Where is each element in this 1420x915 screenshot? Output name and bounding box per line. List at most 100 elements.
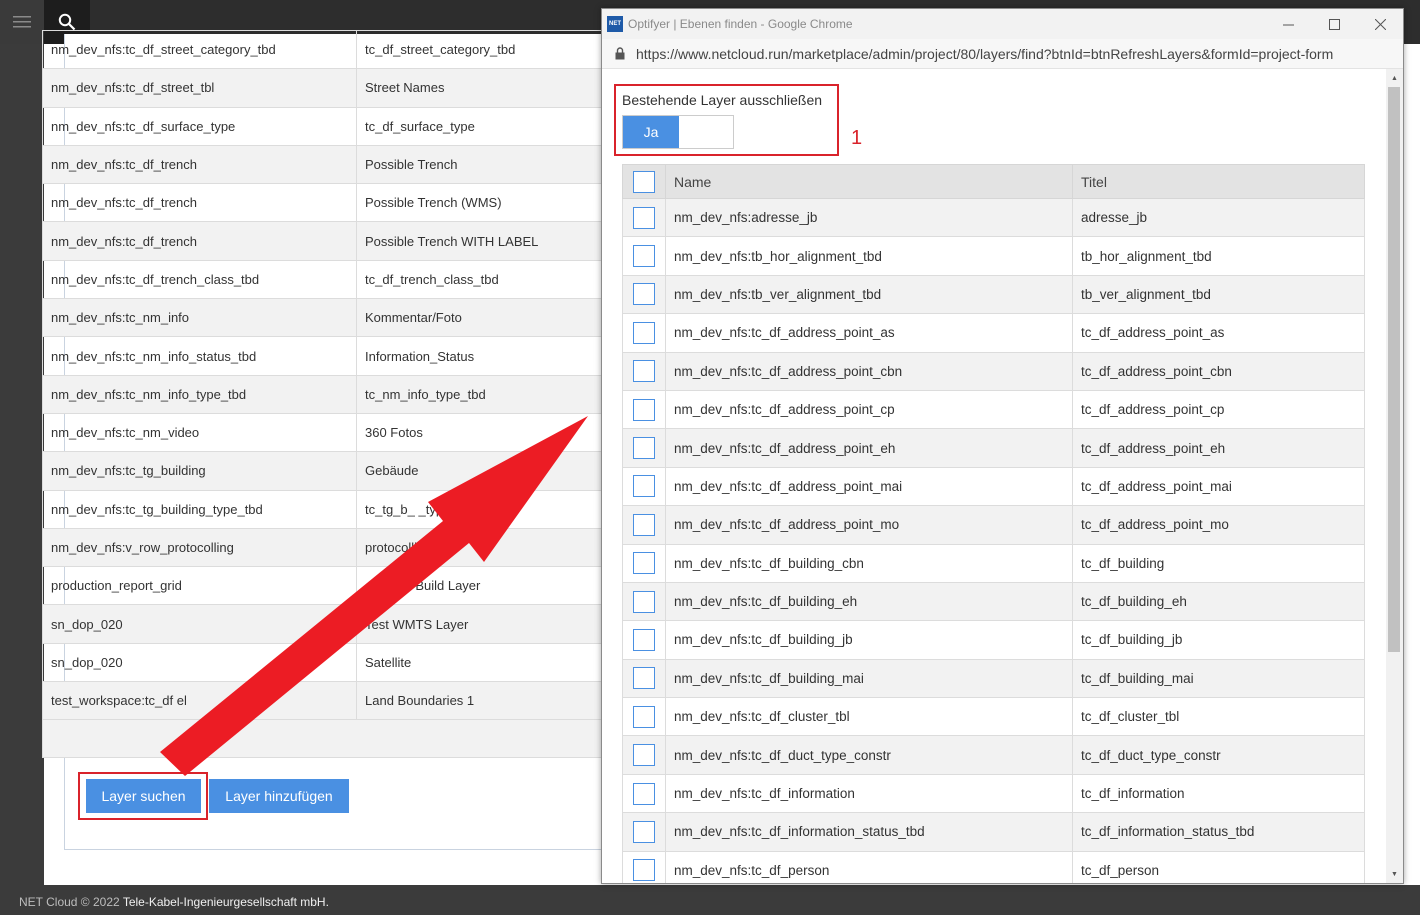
layer-add-button[interactable]: Layer hinzufügen (209, 779, 349, 813)
select-all-cell[interactable] (622, 164, 666, 199)
scrollbar-thumb[interactable] (1388, 87, 1400, 652)
layer-name-cell: nm_dev_nfs:tb_ver_alignment_tbd (665, 274, 1073, 315)
checkbox-cell[interactable] (622, 697, 666, 737)
layer-row[interactable]: nm_dev_nfs:tc_df_information_status_tbd t… (622, 812, 1365, 852)
column-name[interactable]: Name (665, 164, 1073, 199)
table-row[interactable]: nm_dev_nfs:tc_nm_info_type_tbd tc_nm_info… (42, 374, 622, 414)
table-row[interactable]: nm_dev_nfs:tc_nm_info Kommentar/Foto (42, 298, 622, 338)
layer-name-cell: sn_dop_020 (42, 642, 357, 683)
table-row[interactable]: nm_dev_nfs:v_row_protocolling protocollin… (42, 527, 622, 568)
checkbox-cell[interactable] (622, 351, 666, 391)
table-row[interactable]: test_workspace:tc_df el Land Boundaries 1 (42, 681, 622, 721)
layer-checkbox[interactable] (633, 437, 655, 460)
layer-checkbox[interactable] (633, 513, 655, 536)
checkbox-cell[interactable] (622, 466, 666, 507)
checkbox-cell[interactable] (622, 236, 666, 276)
layer-row[interactable]: nm_dev_nfs:tc_df_information tc_df_inform… (622, 773, 1365, 814)
maximize-icon[interactable] (1311, 9, 1357, 39)
layer-checkbox[interactable] (633, 475, 655, 498)
table-row[interactable]: nm_dev_nfs:tc_df_surface_type tc_df_surfa… (42, 106, 622, 146)
layer-row[interactable]: nm_dev_nfs:tc_df_address_point_mai tc_df_… (622, 466, 1365, 507)
layer-checkbox[interactable] (633, 206, 655, 229)
checkbox-cell[interactable] (622, 197, 666, 238)
layer-row[interactable]: nm_dev_nfs:tc_df_address_point_cbn tc_df_… (622, 351, 1365, 391)
checkbox-cell[interactable] (622, 581, 666, 622)
checkbox-cell[interactable] (622, 735, 666, 775)
layer-checkbox[interactable] (633, 245, 655, 268)
layer-checkbox[interactable] (633, 705, 655, 728)
table-row[interactable]: nm_dev_nfs:tc_nm_info_status_tbd Informat… (42, 336, 622, 376)
layer-row[interactable]: nm_dev_nfs:tb_hor_alignment_tbd tb_hor_al… (622, 236, 1365, 276)
search-button-highlight (78, 772, 208, 820)
layer-checkbox[interactable] (633, 820, 655, 843)
layer-checkbox[interactable] (633, 782, 655, 805)
table-row[interactable]: sn_dop_020 Satellite (42, 642, 622, 683)
layer-row[interactable]: nm_dev_nfs:tc_df_address_point_mo tc_df_a… (622, 505, 1365, 545)
layer-checkbox[interactable] (633, 859, 655, 882)
layer-row[interactable]: nm_dev_nfs:tc_df_duct_type_constr tc_df_d… (622, 735, 1365, 775)
scroll-up-icon[interactable]: ▲ (1391, 75, 1398, 82)
table-row[interactable]: production_report_grid est NET Build Laye… (42, 566, 622, 606)
layer-row[interactable]: nm_dev_nfs:tc_df_building_jb tc_df_buildi… (622, 620, 1365, 660)
layers-table: nm_dev_nfs:tc_df_street_category_tbd tc_d… (42, 29, 622, 759)
table-row[interactable]: nm_dev_nfs:tc_df_trench Possible Trench (… (42, 183, 622, 223)
address-bar[interactable]: https://www.netcloud.run/marketplace/adm… (602, 39, 1403, 69)
layer-row[interactable]: nm_dev_nfs:tc_df_address_point_eh tc_df_a… (622, 428, 1365, 468)
layer-title-cell: tc_df_building_mai (1072, 658, 1365, 699)
layer-row[interactable]: nm_dev_nfs:tc_df_cluster_tbl tc_df_cluste… (622, 697, 1365, 737)
layer-title-cell: tc_df_address_point_eh (1072, 428, 1365, 468)
table-row[interactable]: nm_dev_nfs:tc_nm_video 360 Fotos (42, 412, 622, 453)
layer-row[interactable]: nm_dev_nfs:adresse_jb adresse_jb (622, 197, 1365, 238)
checkbox-cell[interactable] (622, 658, 666, 699)
popup-scrollbar[interactable]: ▲ ▼ (1386, 69, 1403, 883)
checkbox-cell[interactable] (622, 620, 666, 660)
layer-row[interactable]: nm_dev_nfs:tc_df_building_mai tc_df_build… (622, 658, 1365, 699)
layer-name-cell: nm_dev_nfs:tc_nm_info (42, 298, 357, 338)
layer-name-cell: nm_dev_nfs:tc_df_building_mai (665, 658, 1073, 699)
checkbox-cell[interactable] (622, 428, 666, 468)
table-row[interactable]: nm_dev_nfs:tc_df_trench Possible Trench W… (42, 221, 622, 261)
column-title[interactable]: Titel (1072, 164, 1365, 199)
layer-name-cell: nm_dev_nfs:tc_df_information (665, 773, 1073, 814)
checkbox-cell[interactable] (622, 543, 666, 583)
layer-checkbox[interactable] (633, 667, 655, 690)
scroll-down-icon[interactable]: ▼ (1391, 871, 1398, 878)
layer-name-cell: nm_dev_nfs:tc_df_trench (42, 221, 357, 261)
layer-row[interactable]: nm_dev_nfs:tc_df_building_eh tc_df_buildi… (622, 581, 1365, 622)
checkbox-cell[interactable] (622, 389, 666, 430)
checkbox-cell[interactable] (622, 274, 666, 315)
checkbox-cell[interactable] (622, 812, 666, 852)
checkbox-cell[interactable] (622, 773, 666, 814)
select-all-checkbox[interactable] (633, 170, 655, 193)
table-row[interactable]: nm_dev_nfs:tc_tg_building Gebäude (42, 451, 622, 491)
table-row[interactable]: nm_dev_nfs:tc_tg_building_type_tbd tc_tg_… (42, 489, 622, 529)
layer-checkbox[interactable] (633, 628, 655, 651)
layer-name-cell: nm_dev_nfs:tc_df_address_point_eh (665, 428, 1073, 468)
layer-row[interactable]: nm_dev_nfs:tb_ver_alignment_tbd tb_ver_al… (622, 274, 1365, 315)
layer-row[interactable]: nm_dev_nfs:tc_df_person tc_df_person (622, 850, 1365, 883)
table-row[interactable]: nm_dev_nfs:tc_df_street_tbl Street Names (42, 68, 622, 108)
minimize-icon[interactable] (1265, 9, 1311, 39)
table-row[interactable]: sn_dop_020 Test WMTS Layer (42, 604, 622, 644)
table-row[interactable]: nm_dev_nfs:tc_df_trench_class_tbd tc_df_t… (42, 259, 622, 300)
checkbox-cell[interactable] (622, 850, 666, 883)
layer-checkbox[interactable] (633, 321, 655, 344)
layer-row[interactable]: nm_dev_nfs:tc_df_building_cbn tc_df_build… (622, 543, 1365, 583)
checkbox-cell[interactable] (622, 505, 666, 545)
checkbox-cell[interactable] (622, 313, 666, 353)
layer-row[interactable]: nm_dev_nfs:tc_df_address_point_cp tc_df_a… (622, 389, 1365, 430)
hamburger-menu-icon[interactable] (0, 0, 44, 44)
layer-name-cell: nm_dev_nfs:tc_df_building_cbn (665, 543, 1073, 583)
table-row[interactable]: nm_dev_nfs:tc_df_trench Possible Trench (42, 144, 622, 185)
layer-title-cell: Possible Trench WITH LABEL (356, 221, 622, 261)
layer-checkbox[interactable] (633, 360, 655, 383)
layer-checkbox[interactable] (633, 398, 655, 421)
layer-row[interactable]: nm_dev_nfs:tc_df_address_point_as tc_df_a… (622, 313, 1365, 353)
layer-checkbox[interactable] (633, 283, 655, 306)
layer-checkbox[interactable] (633, 552, 655, 575)
url-text[interactable]: https://www.netcloud.run/marketplace/adm… (636, 46, 1333, 62)
table-row[interactable]: nm_dev_nfs:tc_df_street_category_tbd tc_d… (42, 29, 622, 70)
layer-checkbox[interactable] (633, 590, 655, 613)
layer-checkbox[interactable] (633, 744, 655, 767)
close-icon[interactable] (1357, 9, 1403, 39)
